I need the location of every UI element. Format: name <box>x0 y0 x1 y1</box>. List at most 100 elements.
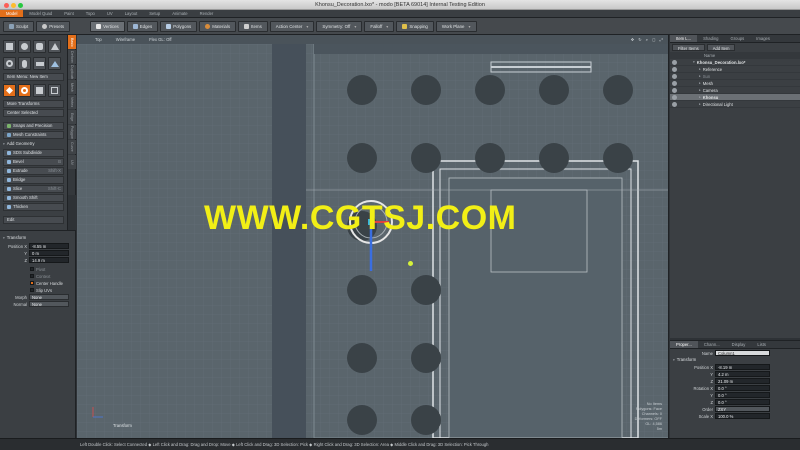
slice-button[interactable]: Slice Shift-C <box>3 185 64 193</box>
visibility-eye-icon[interactable] <box>672 94 677 100</box>
tab-render[interactable]: Render <box>194 10 220 17</box>
vtab-polygon[interactable]: Polygon <box>68 125 76 139</box>
pivot-checkbox[interactable] <box>30 267 34 271</box>
smooth-shift-button[interactable]: Smooth Shift <box>3 194 64 202</box>
item-row[interactable]: ▸ Mesh <box>670 80 800 87</box>
expand-triangle-icon[interactable]: ▸ <box>699 67 701 71</box>
zoom-icon[interactable]: ⌕ <box>646 35 648 44</box>
pan-icon[interactable]: ✥ <box>631 35 635 44</box>
item-menu-dropdown[interactable]: Item Menu: New Item <box>3 73 64 81</box>
move-tool-button[interactable] <box>3 84 16 97</box>
visibility-eye-icon[interactable] <box>672 73 677 79</box>
tab-lists[interactable]: Lists <box>751 341 772 348</box>
item-row[interactable]: ▾ Khonsu_Decoration.lxo* <box>670 59 800 66</box>
edit-dropdown[interactable]: Edit <box>3 216 64 224</box>
expand-triangle-icon[interactable]: ▾ <box>693 60 695 64</box>
action-center-dropdown[interactable]: Action Center <box>269 20 315 32</box>
center-handle-checkbox[interactable] <box>30 281 34 285</box>
vtab-deform[interactable]: Deform <box>68 50 76 64</box>
3d-viewport[interactable]: Top Wireframe Flex GL: Off ✥ ↻ ⌕ ◻ ⤢ WWW… <box>77 35 669 438</box>
presets-button[interactable]: Presets <box>36 20 71 32</box>
materials-mode-button[interactable]: Materials <box>199 20 237 32</box>
expand-triangle-icon[interactable]: ▸ <box>699 95 701 99</box>
item-row[interactable]: ▸ Reference <box>670 66 800 73</box>
vtab-mesh-edit[interactable]: Mesh Edit <box>68 80 76 94</box>
add-item-dropdown[interactable]: Add Item <box>706 44 736 51</box>
item-name-field[interactable]: Column1 <box>715 350 770 356</box>
tab-model-quad[interactable]: Model Quad <box>23 10 58 17</box>
expand-triangle-icon[interactable]: ▸ <box>699 74 701 78</box>
tab-item-list[interactable]: Item L... <box>670 35 698 42</box>
transform-tool-button[interactable] <box>48 84 61 97</box>
tab-setup[interactable]: Setup <box>143 10 166 17</box>
position-x-field[interactable]: -8.19 m <box>715 364 770 370</box>
rotation-y-field[interactable]: 0.0 ° <box>715 392 770 398</box>
tab-model[interactable]: Model <box>0 10 24 17</box>
visibility-eye-icon[interactable] <box>672 101 677 107</box>
snapping-button[interactable]: Snapping <box>396 20 434 32</box>
visibility-eye-icon[interactable] <box>672 80 677 86</box>
sds-subdivide-button[interactable]: SDS Subdivide <box>3 149 64 157</box>
cone-tool-button[interactable] <box>48 40 61 53</box>
cube-tool-button[interactable] <box>3 40 16 53</box>
edges-mode-button[interactable]: Edges <box>126 20 159 32</box>
sphere-tool-button[interactable] <box>18 40 31 53</box>
pyramid-tool-button[interactable] <box>48 57 61 70</box>
expand-triangle-icon[interactable]: ▸ <box>699 102 701 106</box>
vtab-curve[interactable]: Curve <box>68 140 76 154</box>
tab-animate[interactable]: Animate <box>166 10 193 17</box>
item-row[interactable]: ▸ Directional Light <box>670 101 800 108</box>
scale-x-field[interactable]: 100.0 % <box>715 413 770 419</box>
tab-uv[interactable]: UV <box>101 10 119 17</box>
scale-tool-button[interactable] <box>33 84 46 97</box>
tab-topo[interactable]: Topo <box>80 10 101 17</box>
view-type-dropdown[interactable]: Top <box>95 35 102 44</box>
rotate-tool-button[interactable] <box>18 84 31 97</box>
bevel-button[interactable]: Bevel B <box>3 158 64 166</box>
center-selected-dropdown[interactable]: Center Selected <box>3 109 64 117</box>
position-z-field[interactable]: 21.09 m <box>715 378 770 384</box>
rotation-order-select[interactable]: ZXY <box>715 406 770 412</box>
properties-transform-header[interactable]: ▾ Transform <box>673 357 797 363</box>
vtab-uv[interactable]: UV <box>68 155 76 169</box>
position-y-field[interactable]: 0 m <box>29 250 69 256</box>
vtab-vertex[interactable]: Vertex <box>68 95 76 109</box>
item-row-selected[interactable]: ▸ Khonsu <box>670 94 800 101</box>
tab-shading[interactable]: Shading <box>697 35 724 42</box>
more-transforms-dropdown[interactable]: More Transforms <box>3 100 64 108</box>
close-window-button[interactable] <box>4 2 9 8</box>
vtab-duplicate[interactable]: Duplicate <box>68 65 76 79</box>
symmetry-dropdown[interactable]: Symmetry: Off <box>316 20 363 32</box>
capsule-tool-button[interactable] <box>18 57 31 70</box>
tab-channels[interactable]: Chann... <box>698 341 726 348</box>
expand-triangle-icon[interactable]: ▸ <box>699 88 701 92</box>
snaps-precision-button[interactable]: Snaps and Precision <box>3 122 64 130</box>
tab-groups[interactable]: Groups <box>725 35 751 42</box>
position-y-field[interactable]: 4.2 m <box>715 371 770 377</box>
vertices-mode-button[interactable]: Vertices <box>90 20 125 32</box>
tab-images[interactable]: Images <box>750 35 776 42</box>
position-z-field[interactable]: 14.9 m <box>29 257 69 263</box>
visibility-eye-icon[interactable] <box>672 87 677 93</box>
rotate-view-icon[interactable]: ↻ <box>638 35 642 44</box>
work-plane-dropdown[interactable]: Work Plane <box>435 20 477 32</box>
torus-tool-button[interactable] <box>3 57 16 70</box>
normal-select[interactable]: None <box>29 301 69 307</box>
shading-dropdown[interactable]: Wireframe <box>116 35 135 44</box>
minimize-window-button[interactable] <box>11 2 16 8</box>
cylinder-tool-button[interactable] <box>33 40 46 53</box>
items-mode-button[interactable]: Items <box>238 20 268 32</box>
rotation-x-field[interactable]: 0.0 ° <box>715 385 770 391</box>
item-row[interactable]: ▸ Camera <box>670 87 800 94</box>
position-x-field[interactable]: -8.55 m <box>29 243 69 249</box>
tab-layout[interactable]: Layout <box>119 10 144 17</box>
vtab-basic[interactable]: Basic <box>68 35 76 49</box>
mesh-constraints-button[interactable]: Mesh Constraints <box>3 131 64 139</box>
add-geometry-header[interactable]: ▾ Add Geometry <box>3 140 64 148</box>
flex-gl-dropdown[interactable]: Flex GL: Off <box>149 35 172 44</box>
vtab-edge[interactable]: Edge <box>68 110 76 124</box>
thicken-button[interactable]: Thicken <box>3 203 64 211</box>
morph-select[interactable]: None <box>29 294 69 300</box>
tab-display[interactable]: Display <box>726 341 752 348</box>
sculpt-button[interactable]: Sculpt <box>3 20 35 32</box>
